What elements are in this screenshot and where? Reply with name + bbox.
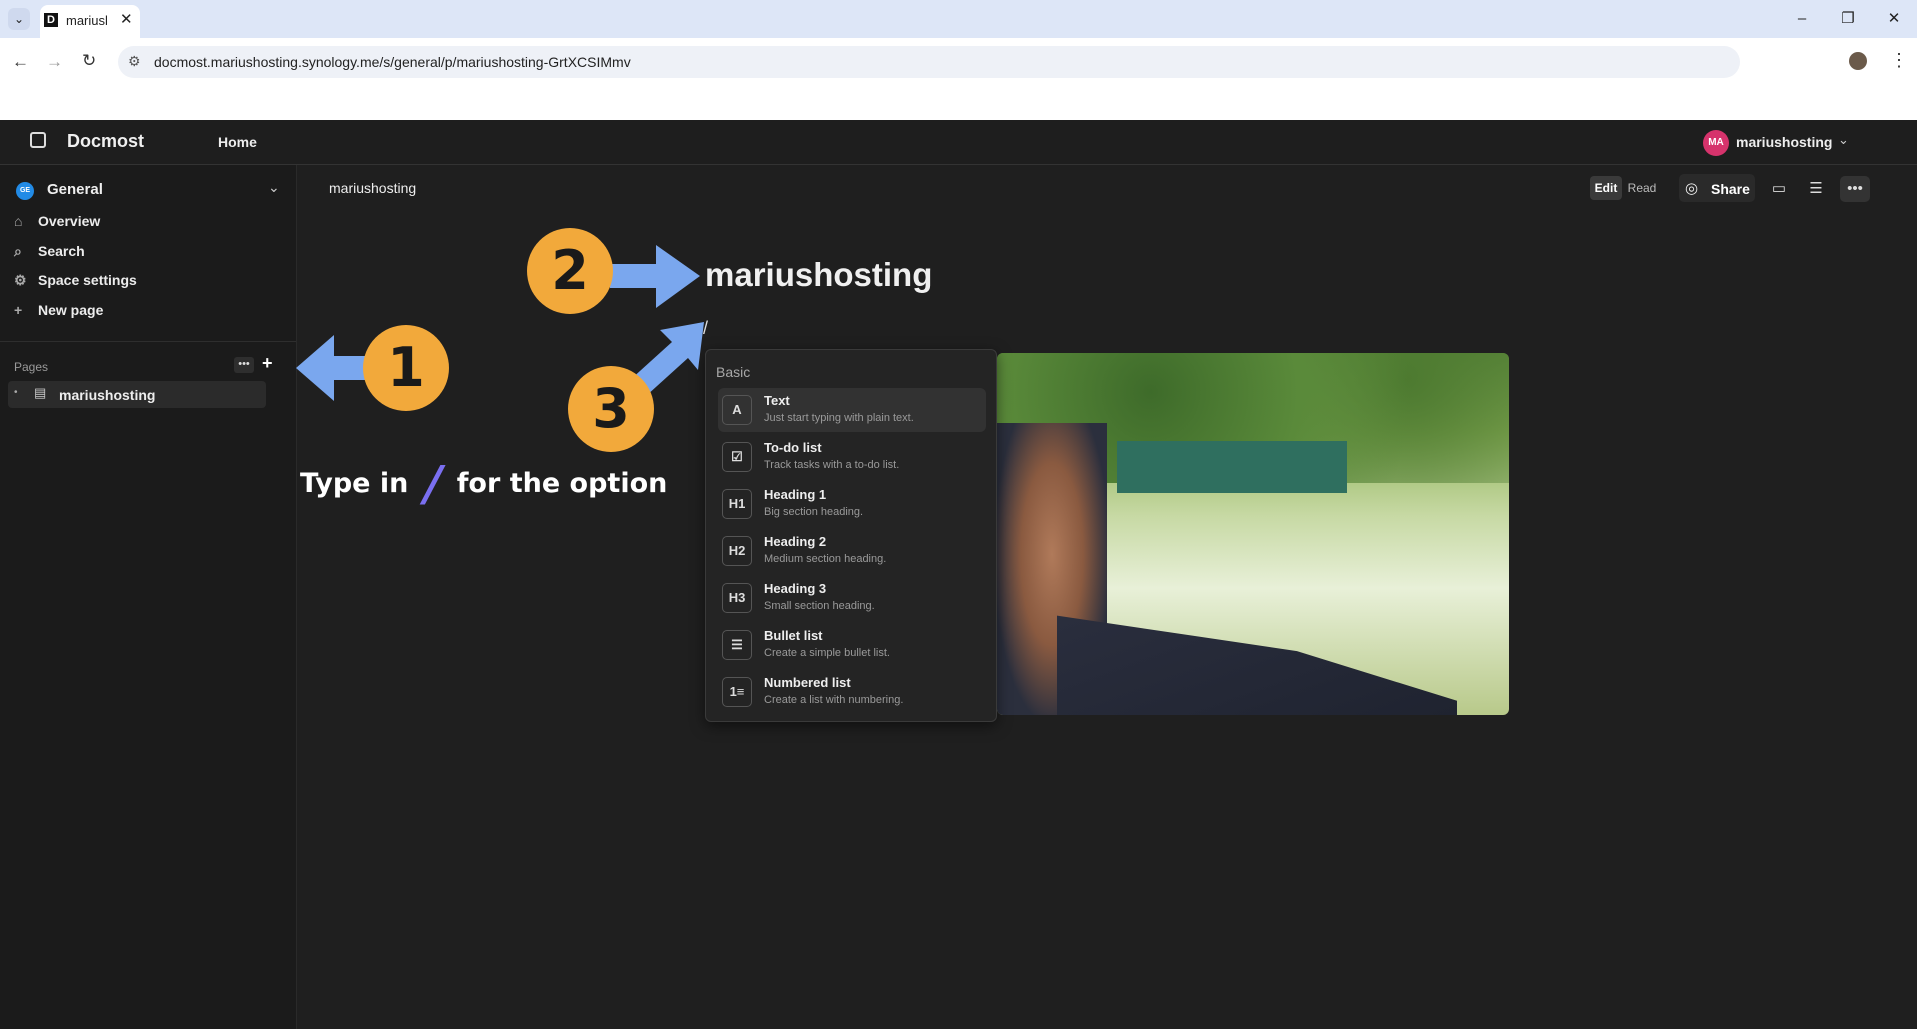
step-badge-2: 2: [527, 228, 613, 314]
step-badge-3: 3: [568, 366, 654, 452]
annotation-caption: Type in / for the option: [300, 456, 690, 512]
annotation-arrows: [296, 245, 704, 401]
arrow-1: [296, 335, 368, 401]
caption-slash: /: [417, 456, 448, 512]
caption-text-after: for the option: [456, 468, 668, 499]
caption-text-before: Type in: [300, 468, 409, 499]
arrow-2: [610, 245, 700, 308]
step-badge-1: 1: [363, 325, 449, 411]
